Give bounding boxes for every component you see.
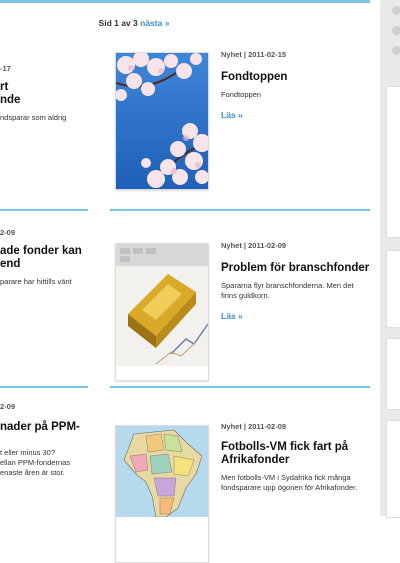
article-afrikafonder: Nyhet | 2011-02-09 Fotbolls-VM fick fart… [221, 422, 371, 493]
divider [110, 386, 370, 388]
next-page-link[interactable]: nästa » [140, 18, 169, 28]
left-article-3: 2-09 nader på PPM- t eller minus 30? ell… [0, 402, 95, 478]
article-title[interactable]: Fondtoppen [221, 71, 371, 84]
left-article-1: -17 rt nde ndsparar som aldrig [0, 64, 95, 123]
article-desc: t eller minus 30? ellan PPM-fondernas en… [0, 448, 71, 477]
article-title[interactable]: Problem för branschfonder [221, 262, 371, 275]
read-more-link[interactable]: Läs » [221, 311, 371, 321]
pager-status: Sid 1 av 3 [98, 18, 138, 28]
bullet-icon [392, 46, 400, 55]
article-meta: Nyhet | 2011-02-09 [221, 422, 287, 431]
sidebar-box [386, 338, 400, 410]
bullet-icon [392, 26, 400, 35]
article-title[interactable]: rt nde [0, 81, 95, 107]
divider [0, 209, 88, 211]
sidebar-box [386, 86, 400, 238]
africa-map-image[interactable] [115, 425, 209, 563]
article-desc: Spararna flyr branschfonderna. Men det f… [221, 281, 354, 300]
pagination: Sid 1 av 3 nästa » [0, 18, 268, 28]
article-title[interactable]: Fotbolls-VM fick fart på Afrikafonder [221, 441, 371, 467]
article-title[interactable]: ade fonder kan end [0, 245, 95, 271]
article-branschfonder: Nyhet | 2011-02-09 Problem för branschfo… [221, 241, 371, 321]
read-more-link[interactable]: Läs » [221, 110, 371, 120]
article-meta: Nyhet | 2011-02-15 [221, 50, 287, 59]
article-meta: -17 [0, 64, 11, 73]
article-desc: ndsparar som aldrig [0, 113, 67, 122]
divider [0, 386, 88, 388]
bullet-icon [392, 6, 400, 15]
article-desc: Fondtoppen [221, 90, 262, 99]
sidebar-box [386, 420, 400, 518]
sidebar-box [386, 250, 400, 328]
article-meta: Nyhet | 2011-02-09 [221, 241, 287, 250]
left-article-2: 2-09 ade fonder kan end parare har hitti… [0, 228, 95, 287]
cherry-blossom-image[interactable] [115, 52, 209, 190]
divider [110, 209, 370, 211]
article-title[interactable]: nader på PPM- [0, 421, 95, 434]
article-fondtoppen: Nyhet | 2011-02-15 Fondtoppen Fondtoppen… [221, 50, 371, 120]
gold-bar-image[interactable] [115, 243, 209, 381]
article-desc: Men fotbolls-VM i Sydafrika fick många f… [221, 473, 358, 492]
top-rule [0, 0, 370, 3]
article-meta: 2-09 [0, 402, 16, 411]
article-meta: 2-09 [0, 228, 16, 237]
article-desc: parare har hittills vänt [0, 277, 72, 286]
